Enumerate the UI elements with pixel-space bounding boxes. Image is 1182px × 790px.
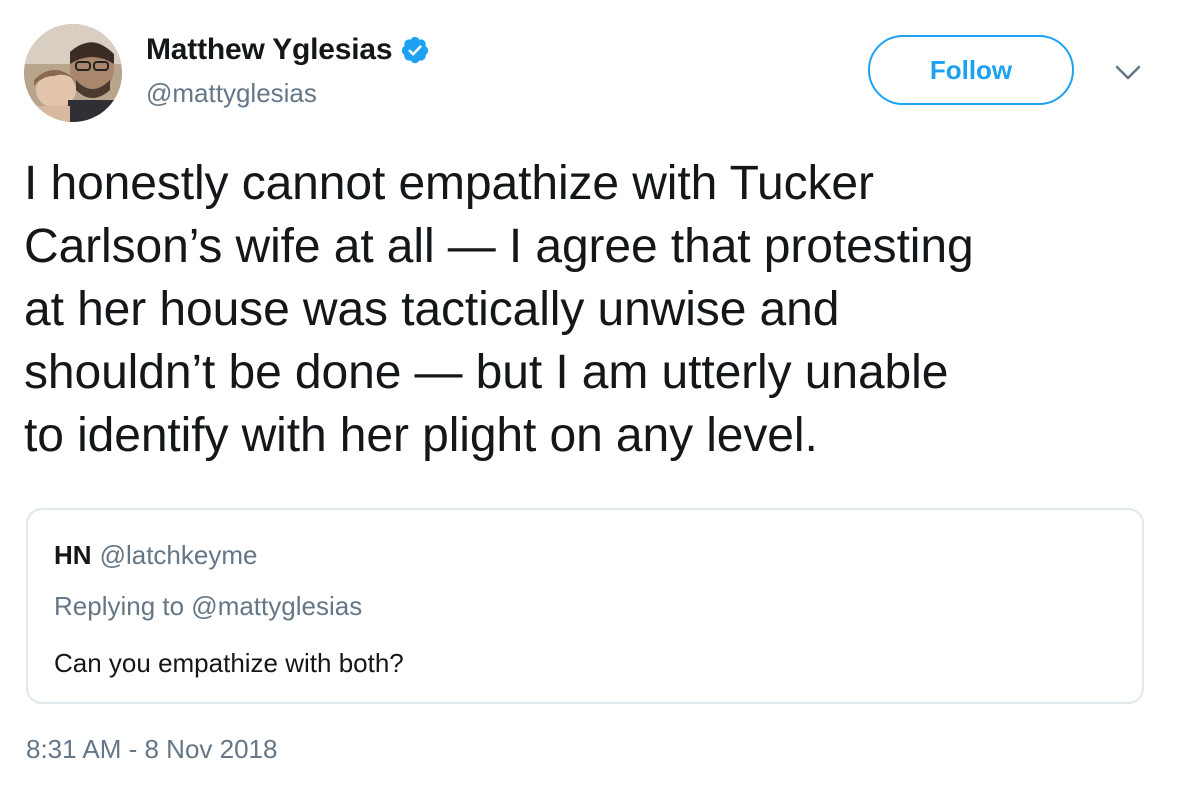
quoted-replying-to: Replying to @mattyglesias (54, 591, 363, 621)
tweet-header: Matthew Yglesias @mattyglesias Follow (24, 24, 1158, 124)
verified-badge-icon (400, 35, 430, 65)
author-handle[interactable]: @mattyglesias (146, 78, 430, 109)
quoted-author-name: HN (54, 540, 92, 570)
avatar-photo-icon (24, 24, 122, 122)
author-name-row: Matthew Yglesias (146, 30, 430, 70)
author-block: Matthew Yglesias @mattyglesias (146, 30, 430, 109)
avatar[interactable] (24, 24, 122, 122)
quoted-tweet-text: Can you empathize with both? (54, 648, 404, 678)
tweet-timestamp[interactable]: 8:31 AM - 8 Nov 2018 (26, 734, 277, 765)
quoted-author-handle: @latchkeyme (99, 540, 258, 570)
author-display-name[interactable]: Matthew Yglesias (146, 33, 393, 67)
quoted-tweet-card[interactable]: HN @latchkeyme Replying to @mattyglesias… (26, 508, 1144, 704)
chevron-down-icon[interactable] (1112, 58, 1144, 86)
follow-button[interactable]: Follow (868, 35, 1074, 105)
tweet-text: I honestly cannot empathize with Tucker … (24, 157, 974, 462)
quoted-author-row: HN @latchkeyme (54, 540, 257, 571)
